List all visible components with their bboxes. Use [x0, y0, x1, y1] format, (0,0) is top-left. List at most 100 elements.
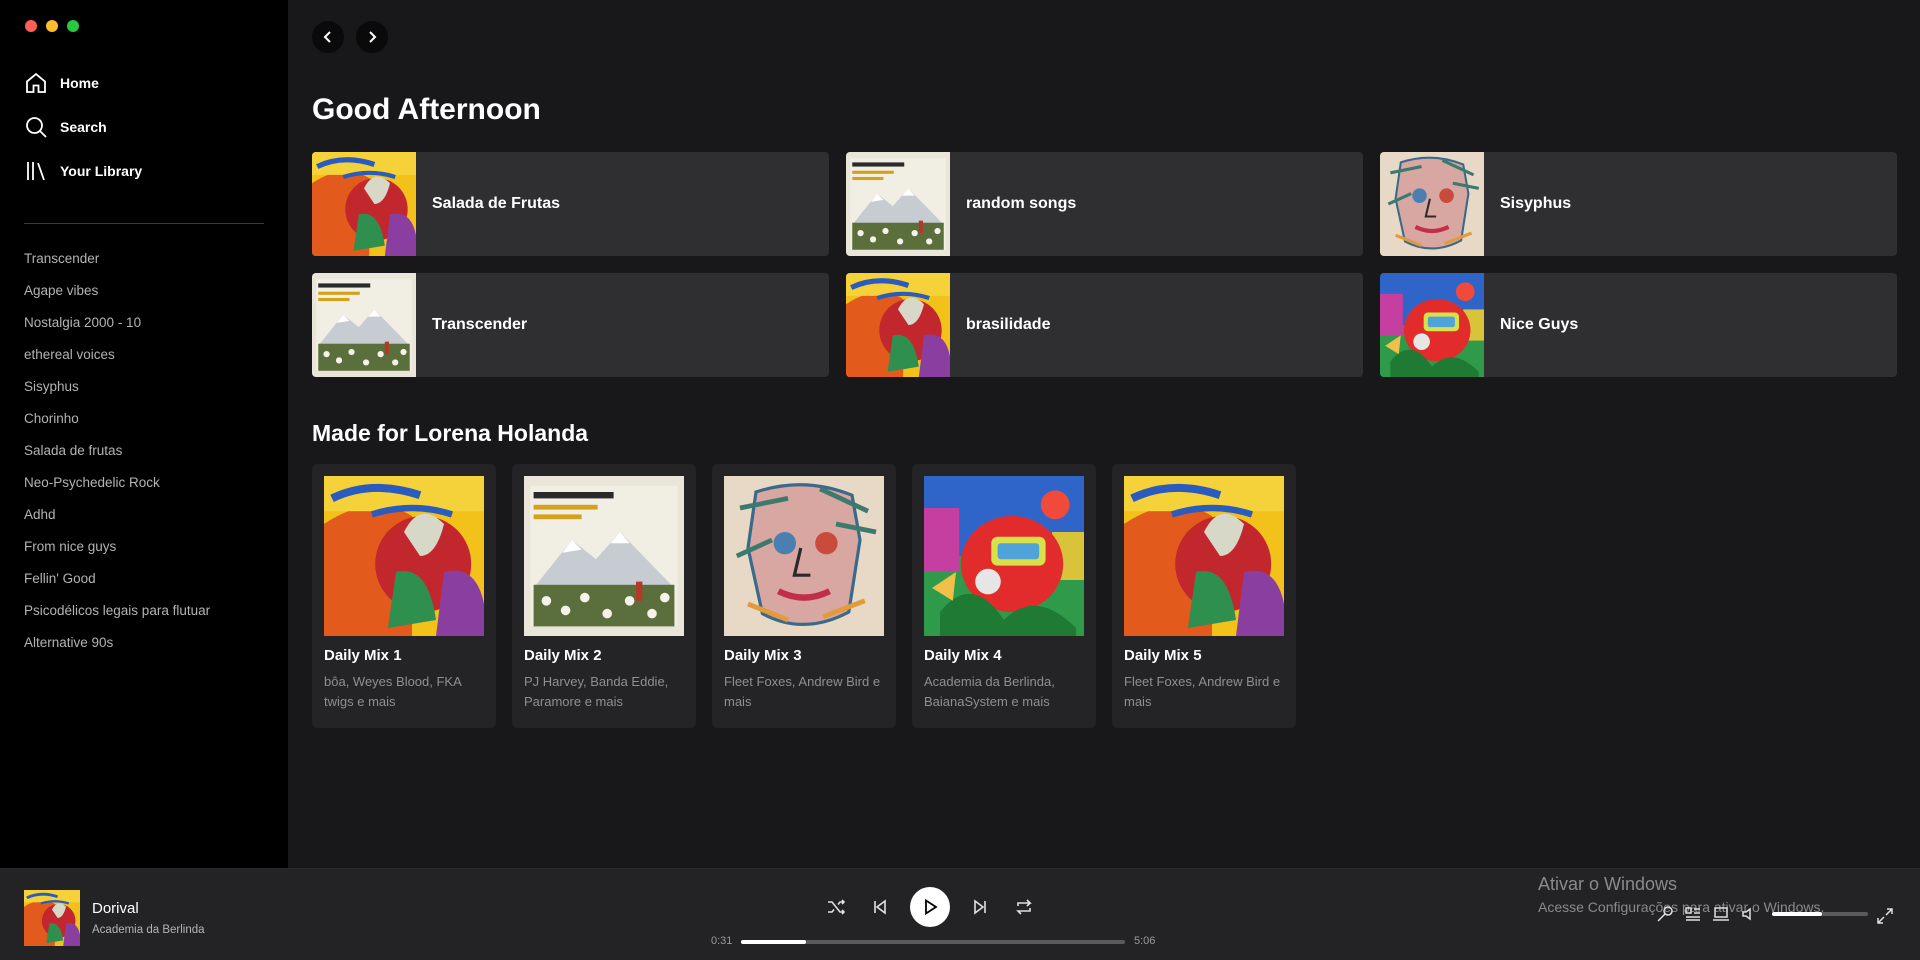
next-icon [974, 899, 986, 915]
progress-bar[interactable] [741, 940, 1125, 944]
sidebar-divider [24, 223, 264, 224]
sidebar: Home Search Your Library Transcender Aga… [0, 0, 288, 868]
quick-item[interactable]: random songs [846, 152, 1363, 256]
mix-title: Daily Mix 4 [924, 647, 1002, 664]
playlist-item[interactable]: Fellin' Good [24, 570, 264, 602]
search-icon [26, 117, 47, 138]
nav-library-label: Your Library [60, 163, 143, 179]
mix-card[interactable]: Daily Mix 4 Academia da Berlinda, Baiana… [912, 464, 1096, 728]
quick-item[interactable]: Sisyphus [1380, 152, 1897, 256]
playlist-item[interactable]: From nice guys [24, 538, 264, 570]
repeat-icon [1016, 899, 1032, 915]
cover-art [524, 476, 684, 636]
minimize-window-button[interactable] [46, 20, 58, 32]
playlist-item[interactable]: Neo-Psychedelic Rock [24, 474, 264, 506]
now-playing-title[interactable]: Dorival [92, 900, 139, 917]
cover-art [924, 476, 1084, 636]
playlist-item[interactable]: Salada de frutas [24, 442, 264, 474]
main-content: Good Afternoon Salada de Frutas random s… [288, 0, 1920, 868]
play-button[interactable] [910, 887, 950, 927]
playlist-item[interactable]: Transcender [24, 250, 264, 282]
devices-icon[interactable] [1712, 905, 1730, 923]
maximize-window-button[interactable] [67, 20, 79, 32]
cover-art [312, 152, 416, 256]
mix-card[interactable]: Daily Mix 2 PJ Harvey, Banda Eddie, Para… [512, 464, 696, 728]
now-playing-cover[interactable] [24, 890, 80, 946]
play-icon [925, 898, 938, 916]
playlist-item[interactable]: Chorinho [24, 410, 264, 442]
volume-icon[interactable] [1740, 905, 1758, 923]
playlist-item[interactable]: Psicodélicos legais para flutuar [24, 602, 264, 634]
mix-subtitle: Fleet Foxes, Andrew Bird e mais [724, 674, 881, 709]
mix-title: Daily Mix 1 [324, 647, 402, 664]
close-window-button[interactable] [25, 20, 37, 32]
playlist-item[interactable]: Adhd [24, 506, 264, 538]
main-nav: Home Search Your Library [24, 72, 142, 204]
mix-card[interactable]: Daily Mix 5 Fleet Foxes, Andrew Bird e m… [1112, 464, 1296, 728]
quick-item[interactable]: Transcender [312, 273, 829, 377]
cover-art [312, 273, 416, 377]
volume-fill [1772, 912, 1822, 916]
cover-art [1380, 273, 1484, 377]
progress-fill [741, 940, 807, 944]
playlist-item[interactable]: Agape vibes [24, 282, 264, 314]
quick-item-title: Nice Guys [1500, 316, 1579, 333]
playlist-list: Transcender Agape vibes Nostalgia 2000 -… [24, 250, 264, 666]
previous-icon [874, 899, 886, 915]
quick-item-title: Salada de Frutas [432, 195, 561, 212]
made-for-heading: Made for Lorena Holanda [312, 420, 589, 446]
repeat-button[interactable] [1012, 895, 1036, 919]
playlist-item[interactable]: ethereal voices [24, 346, 264, 378]
shuffle-button[interactable] [824, 895, 848, 919]
mix-card[interactable]: Daily Mix 3 Fleet Foxes, Andrew Bird e m… [712, 464, 896, 728]
nav-search[interactable]: Search [24, 116, 142, 138]
mix-subtitle: bôa, Weyes Blood, FKA twigs e mais [324, 674, 462, 709]
mix-subtitle: Fleet Foxes, Andrew Bird e mais [1124, 674, 1281, 709]
home-icon [26, 72, 46, 93]
history-nav [312, 21, 388, 53]
nav-home[interactable]: Home [24, 72, 142, 94]
quick-item-title: Sisyphus [1500, 195, 1572, 212]
forward-button[interactable] [356, 21, 388, 53]
cover-art [846, 273, 950, 377]
mix-title: Daily Mix 3 [724, 647, 802, 664]
previous-button[interactable] [868, 895, 892, 919]
mic-icon[interactable] [1656, 905, 1674, 923]
quick-item[interactable]: Salada de Frutas [312, 152, 829, 256]
back-button[interactable] [312, 21, 344, 53]
track-duration: 5:06 [1134, 935, 1156, 947]
playback-controls [824, 887, 1036, 927]
quick-item-title: Transcender [432, 316, 528, 333]
player-bar: Dorival Academia da Berlinda 0:31 5:06 A… [0, 868, 1920, 960]
quick-item-title: random songs [966, 195, 1077, 212]
shuffle-icon [828, 899, 846, 915]
daily-mix-row: Daily Mix 1 bôa, Weyes Blood, FKA twigs … [312, 464, 1296, 728]
quick-item-title: brasilidade [966, 316, 1051, 333]
quick-item[interactable]: Nice Guys [1380, 273, 1897, 377]
playlist-item[interactable]: Alternative 90s [24, 634, 264, 666]
elapsed-time: 0:31 [711, 935, 733, 947]
mix-title: Daily Mix 5 [1124, 647, 1202, 664]
mix-subtitle: PJ Harvey, Banda Eddie, Paramore e mais [524, 674, 669, 709]
mix-title: Daily Mix 2 [524, 647, 602, 664]
quick-access-grid: Salada de Frutas random songs Sisyphus T… [312, 152, 1897, 377]
playlist-item[interactable]: Nostalgia 2000 - 10 [24, 314, 264, 346]
cover-art [846, 152, 950, 256]
now-playing-artist[interactable]: Academia da Berlinda [92, 924, 205, 936]
chevron-right-icon [369, 31, 377, 43]
quick-item[interactable]: brasilidade [846, 273, 1363, 377]
cover-art [324, 476, 484, 636]
cover-art [1124, 476, 1284, 636]
windows-activation-title: Ativar o Windows [1538, 874, 1678, 894]
volume-slider[interactable] [1772, 912, 1868, 916]
fullscreen-icon[interactable] [1876, 907, 1894, 925]
queue-icon[interactable] [1684, 905, 1702, 923]
nav-library[interactable]: Your Library [24, 160, 142, 182]
library-icon [27, 162, 45, 181]
next-button[interactable] [968, 895, 992, 919]
playlist-item[interactable]: Sisyphus [24, 378, 264, 410]
cover-art [724, 476, 884, 636]
nav-home-label: Home [60, 75, 99, 91]
window-controls [25, 20, 79, 32]
mix-card[interactable]: Daily Mix 1 bôa, Weyes Blood, FKA twigs … [312, 464, 496, 728]
